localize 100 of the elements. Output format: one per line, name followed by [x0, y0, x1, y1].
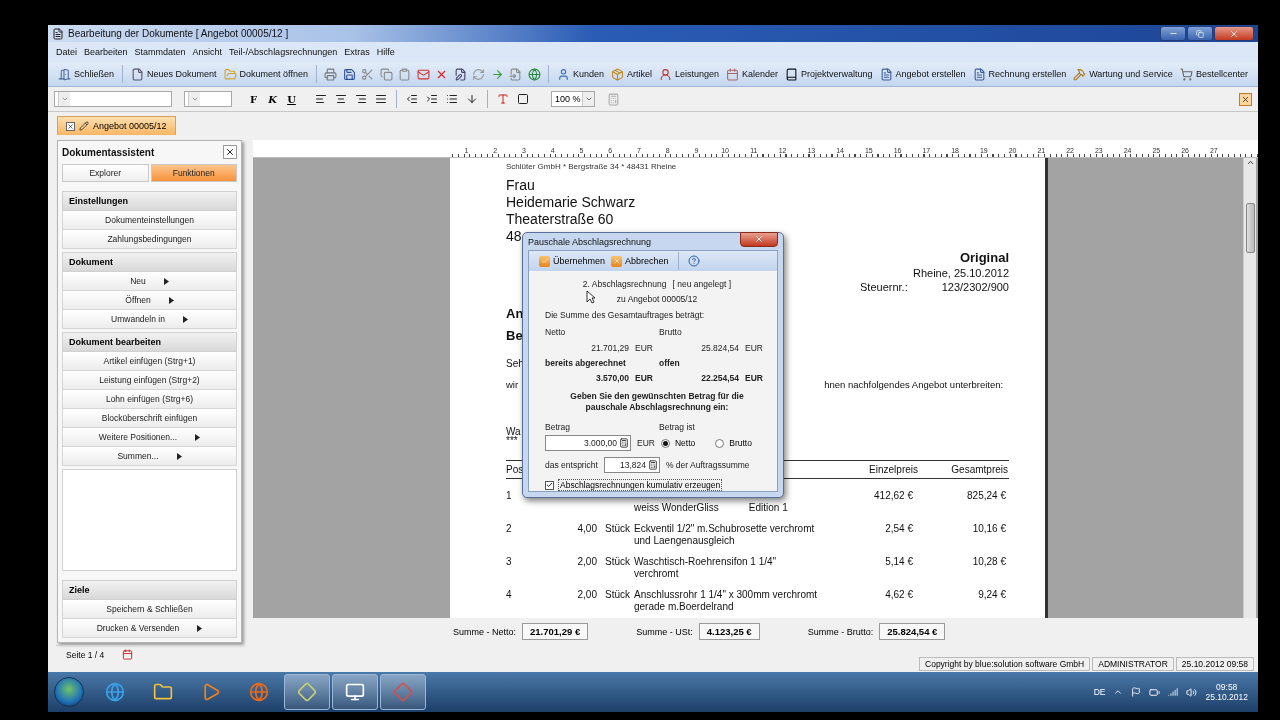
start-button[interactable]: [54, 677, 84, 707]
column-header: Einzelpreis: [869, 464, 918, 475]
globe-icon[interactable]: [526, 66, 542, 82]
page-indicator: Seite 1 / 4: [65, 649, 105, 660]
close-button[interactable]: [223, 145, 237, 159]
toolbar-button[interactable]: Bestellcenter: [1177, 64, 1250, 84]
panel-item[interactable]: Neu: [62, 272, 237, 291]
panel-item[interactable]: Umwandeln in: [62, 310, 237, 329]
dialog-title: Pauschale Abschlagsrechnung: [528, 236, 652, 247]
toolbar-button[interactable]: Schließen: [56, 64, 117, 84]
flag-icon[interactable]: [1131, 687, 1142, 697]
gross-label: Brutto: [659, 327, 683, 337]
language-indicator[interactable]: DE: [1093, 687, 1106, 697]
help-icon[interactable]: [687, 255, 700, 267]
close-icon: [754, 234, 764, 244]
scrollbar[interactable]: [1243, 158, 1256, 618]
font-size-field[interactable]: [184, 91, 232, 107]
format-button[interactable]: K: [265, 91, 280, 107]
panel-tab[interactable]: Explorer: [62, 164, 149, 182]
zoom-field[interactable]: 100 %: [551, 91, 595, 107]
taskbar-app[interactable]: [332, 674, 378, 710]
panel-item[interactable]: Summen...: [62, 447, 237, 466]
taskbar-app[interactable]: [284, 674, 330, 710]
book-icon: [785, 67, 798, 81]
menu-item[interactable]: Stammdaten: [134, 47, 186, 57]
toolbar-button[interactable]: Neues Dokument: [129, 64, 219, 84]
toolbar-button[interactable]: Kunden: [554, 64, 606, 84]
calculator-icon[interactable]: [619, 438, 629, 448]
panel-item[interactable]: Öffnen: [62, 291, 237, 310]
diamond-icon: [297, 682, 317, 702]
scrollbar-thumb[interactable]: [1245, 203, 1255, 253]
radio-button[interactable]: Netto: [660, 438, 696, 448]
toolbar-button[interactable]: Angebot erstellen: [877, 64, 968, 84]
panel-item[interactable]: Blocküberschrift einfügen: [62, 409, 237, 428]
document-tab[interactable]: Angebot 00005/12: [57, 116, 176, 135]
reference-text: zu Angebot 00005/12: [616, 294, 698, 304]
menu-item[interactable]: Datei: [56, 47, 77, 57]
browser-icon: [105, 682, 125, 702]
table-cell-text: 9,24 €: [978, 589, 1007, 602]
document-label: Original: [959, 250, 1009, 265]
text-fragment: ***: [506, 435, 518, 446]
calculator-icon[interactable]: [647, 460, 658, 470]
percent-suffix: % der Auftragssumme: [665, 460, 750, 470]
column-header: Gesamtpreis: [951, 464, 1009, 475]
panel-item[interactable]: Speichern & Schließen: [62, 600, 237, 619]
close-button[interactable]: [1239, 92, 1252, 106]
menu-item[interactable]: Bearbeiten: [84, 47, 128, 57]
amount-field[interactable]: 3.000,00: [545, 435, 631, 451]
menu-item[interactable]: Teil-/Abschlagsrechnungen: [229, 47, 338, 57]
address-line: Heidemarie Schwarz: [506, 194, 636, 211]
table-cell-text: 4,62 €: [885, 589, 914, 602]
taskbar-app[interactable]: [380, 674, 426, 710]
minimize-button[interactable]: [1160, 26, 1186, 41]
submenu-arrow-icon: [163, 277, 169, 285]
menu-item[interactable]: Extras: [344, 47, 370, 57]
scroll-up-icon: [1245, 158, 1255, 167]
panel-item[interactable]: Leistung einfügen (Strg+2): [62, 371, 237, 390]
format-button[interactable]: U: [284, 91, 299, 107]
table-cell-text: Stück: [604, 556, 630, 569]
panel-item[interactable]: Lohn einfügen (Strg+6): [62, 390, 237, 409]
menu-item[interactable]: Ansicht: [192, 47, 223, 57]
dialog-toolbar-button[interactable]: Abbrechen: [611, 255, 669, 267]
toolbar-button[interactable]: Wartung und Service: [1071, 64, 1175, 84]
toolbar-button[interactable]: Projektverwaltung: [783, 64, 875, 84]
percent-field[interactable]: 13,824: [603, 457, 660, 473]
speaker-icon[interactable]: [1186, 686, 1198, 698]
format-button[interactable]: F: [246, 91, 261, 107]
border-icon[interactable]: [515, 91, 531, 107]
table-cell-text: 3: [506, 556, 512, 569]
font-field[interactable]: [54, 91, 172, 107]
panel-title: Dokumentassistent: [62, 146, 155, 158]
panel-item[interactable]: Artikel einfügen (Strg+1): [62, 352, 237, 371]
panel-item[interactable]: Dokumenteinstellungen: [62, 211, 237, 230]
toolbar-button[interactable]: Kalender: [723, 64, 780, 84]
section-header: Dokument: [62, 252, 237, 272]
clock[interactable]: 09:58 25.10.2012: [1205, 682, 1248, 702]
toolbar-button[interactable]: Leistungen: [656, 64, 721, 84]
panel-item[interactable]: Zahlungsbedingungen: [62, 230, 237, 249]
radio-button[interactable]: Brutto: [715, 438, 752, 448]
toolbar-button[interactable]: Artikel: [608, 64, 654, 84]
close-icon[interactable]: [66, 121, 75, 131]
panel-item[interactable]: Weitere Positionen...: [62, 428, 237, 447]
table-cell-text: 5,14 €: [885, 556, 914, 569]
signal-icon[interactable]: [1168, 687, 1179, 697]
font-color-icon[interactable]: [495, 91, 511, 107]
sender-line: Schlüter GmbH * Bergstraße 34 * 48431 Rheine: [506, 162, 678, 171]
table-cell: und Laengenausgleich: [634, 535, 735, 547]
toolbar-button[interactable]: Dokument öffnen: [221, 64, 310, 84]
copy-icon[interactable]: [378, 66, 394, 82]
printer-icon[interactable]: [322, 66, 339, 82]
save-icon[interactable]: [341, 66, 357, 82]
menu-item[interactable]: Hilfe: [376, 47, 395, 57]
maximize-button[interactable]: [1187, 26, 1213, 41]
battery-icon[interactable]: [1149, 686, 1161, 698]
table-cell-text: 10,16 €: [972, 523, 1007, 536]
dialog-toolbar-button[interactable]: Übernehmen: [539, 255, 606, 267]
panel-item[interactable]: Drucken & Versenden: [62, 619, 237, 638]
currency: EUR: [635, 343, 653, 353]
toolbar-button[interactable]: Rechnung erstellen: [970, 64, 1069, 84]
panel-tab[interactable]: Funktionen: [150, 164, 237, 182]
